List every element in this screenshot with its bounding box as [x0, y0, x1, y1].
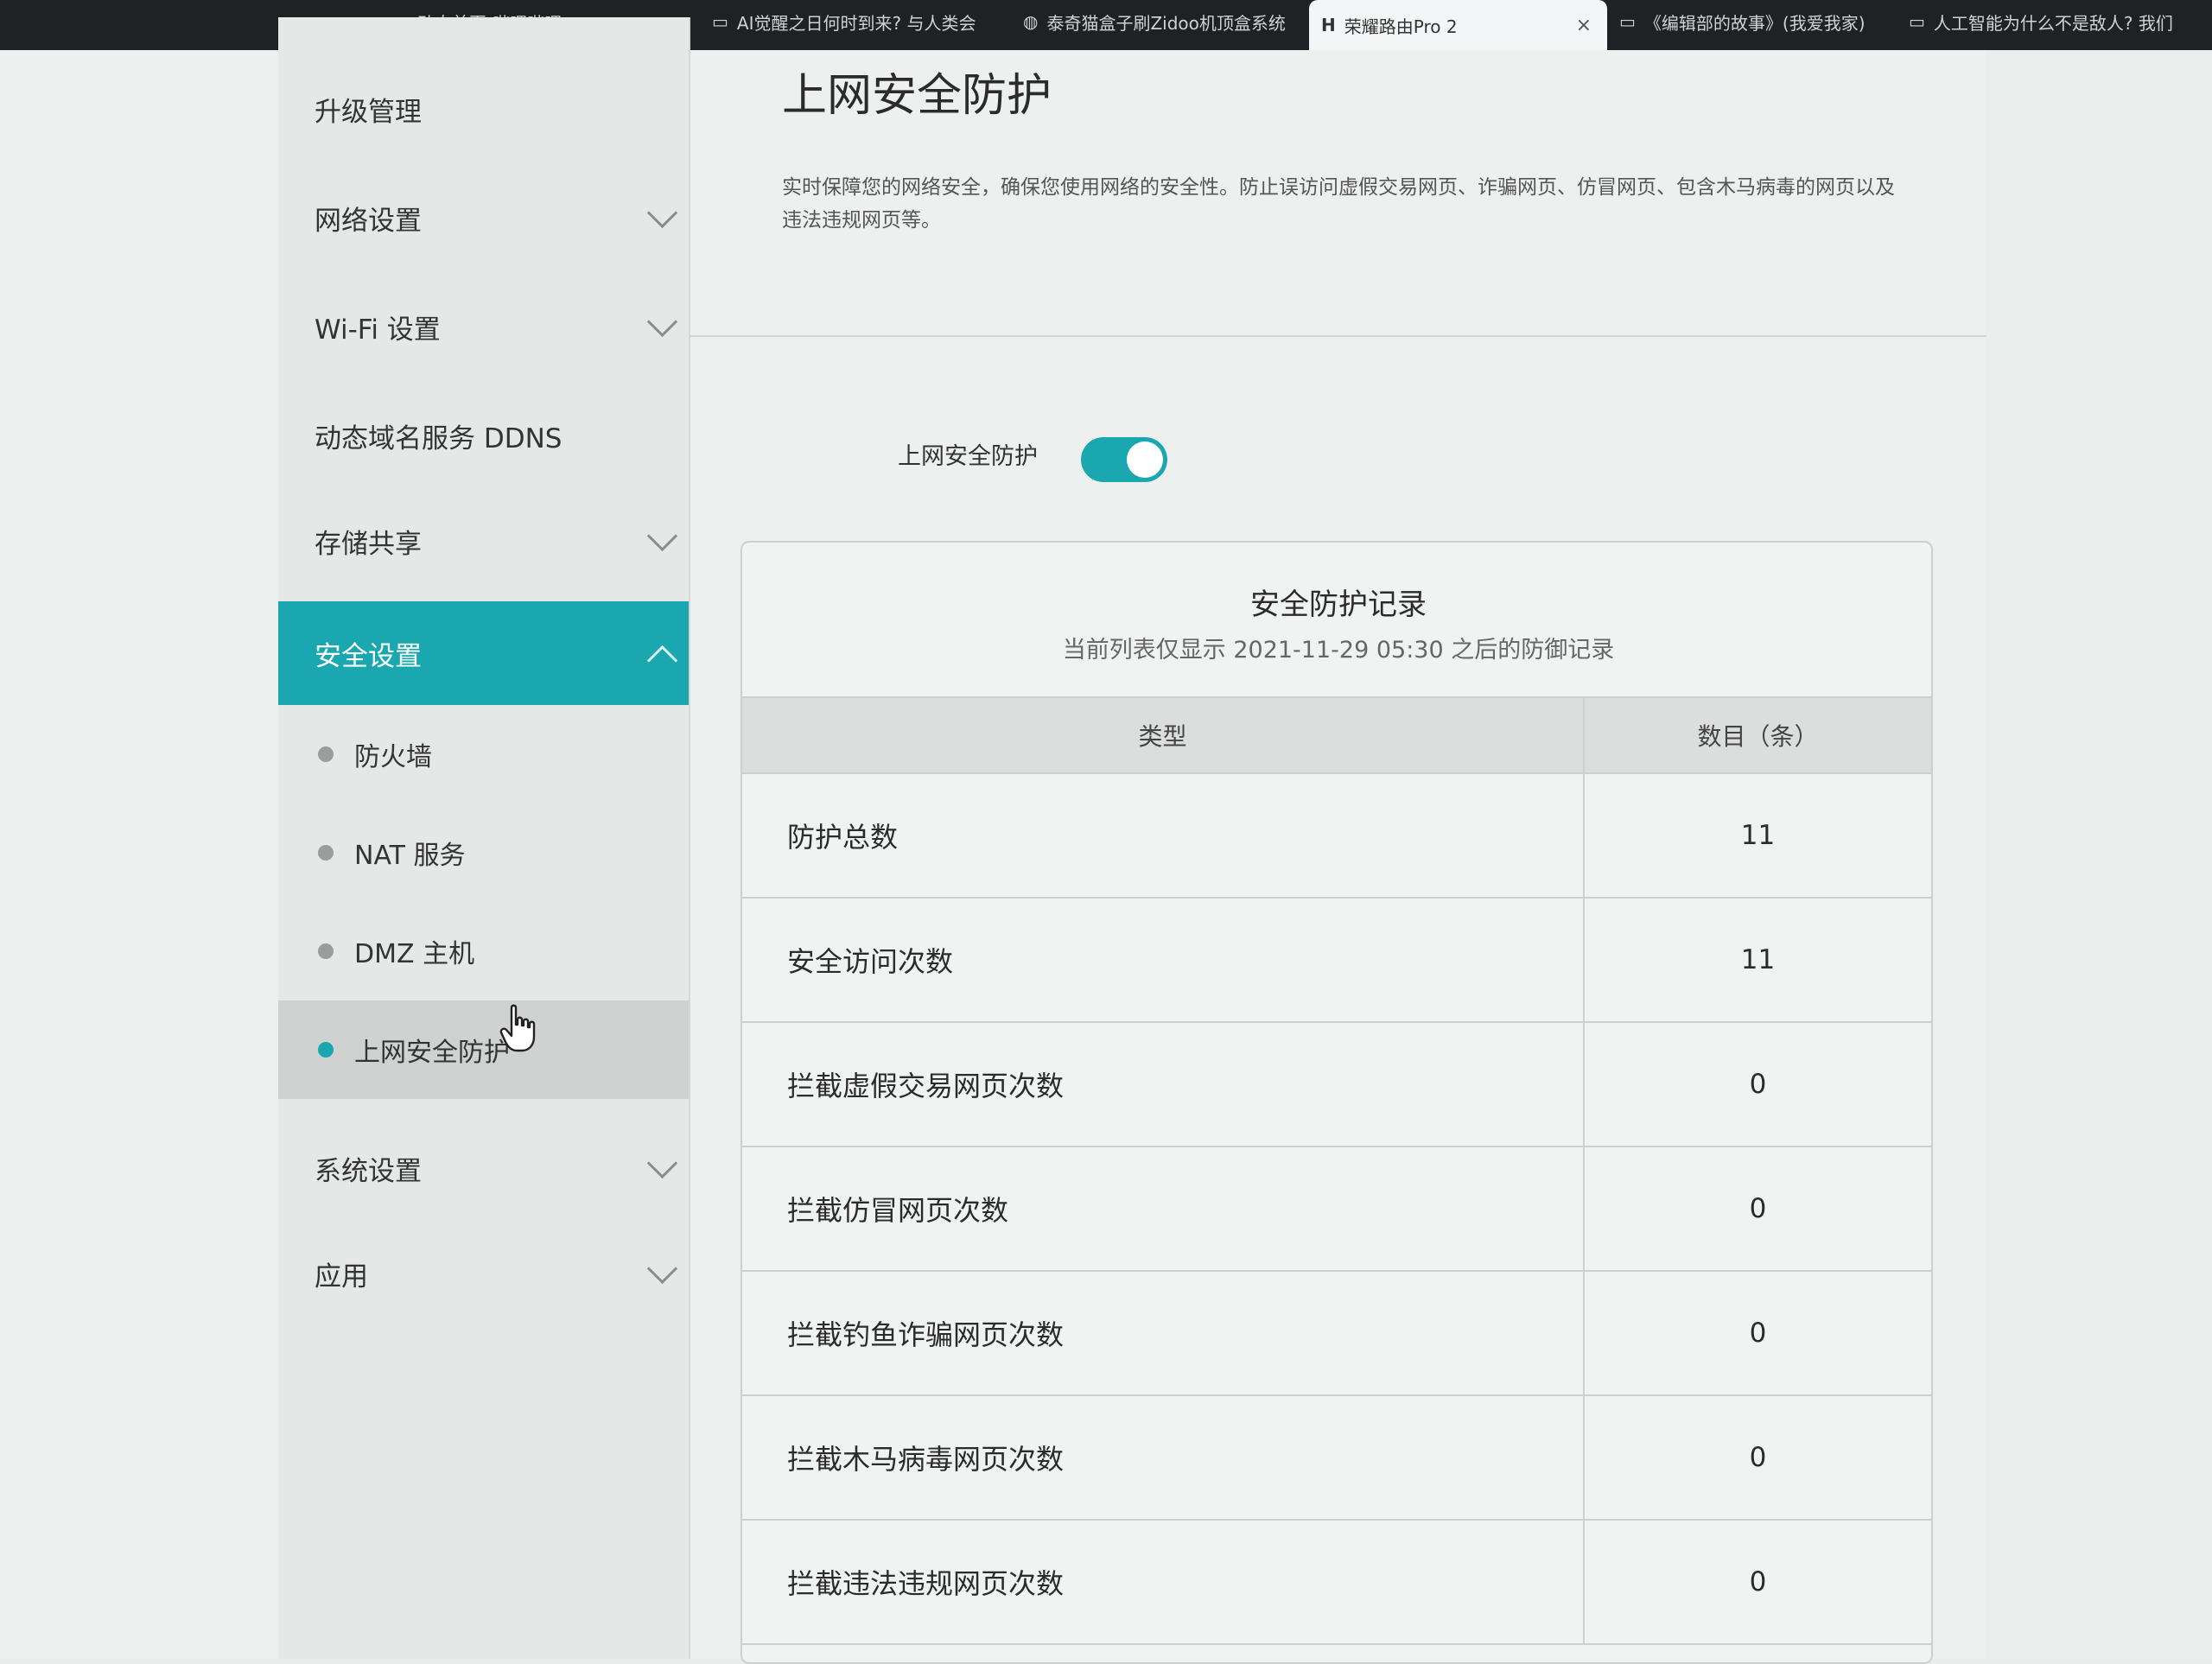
record-title: 安全防护记录 — [1250, 587, 1427, 622]
row-count: 11 — [1740, 944, 1776, 975]
bullet-icon — [318, 845, 334, 861]
page-margin-left — [0, 50, 278, 1659]
divider — [690, 335, 1986, 337]
browser-tab[interactable]: ▭ 《编辑部的故事》(我爱我家) — [1607, 0, 1892, 43]
record-subtitle: 当前列表仅显示 2021-11-29 05:30 之后的防御记录 — [1062, 637, 1615, 664]
table-row: 安全访问次数 11 — [742, 899, 1931, 1023]
bullet-icon — [318, 943, 334, 959]
sidebar-item-system[interactable]: 系统设置 — [278, 1116, 689, 1220]
toggle-knob — [1127, 441, 1163, 478]
browser-tab-active[interactable]: H 荣耀路由Pro 2 × — [1309, 0, 1607, 50]
sidebar-item-storage[interactable]: 存储共享 — [278, 489, 689, 593]
browser-tab[interactable]: ▭ 人工智能为什么不是敌人? 我们 — [1897, 0, 2212, 43]
chevron-down-icon — [646, 1147, 678, 1179]
sidebar-item-network[interactable]: 网络设置 — [278, 166, 689, 270]
honor-logo-icon: H — [1321, 15, 1336, 35]
main-content: 上网安全防护 实时保障您的网络安全，确保您使用网络的安全性。防止误访问虚假交易网… — [690, 50, 1986, 1664]
globe-icon: ◍ — [1023, 11, 1039, 32]
row-count: 0 — [1749, 1318, 1767, 1349]
bullet-icon — [318, 746, 334, 762]
table-row: 拦截违法违规网页次数 0 — [742, 1521, 1931, 1645]
sidebar-item-apps[interactable]: 应用 — [278, 1222, 689, 1325]
sidebar-subitem-nat[interactable]: NAT 服务 — [278, 803, 689, 902]
table-row: 拦截钓鱼诈骗网页次数 0 — [742, 1272, 1931, 1396]
page-description: 实时保障您的网络安全，确保您使用网络的安全性。防止误访问虚假交易网页、诈骗网页、… — [782, 176, 1895, 232]
sidebar-item-ddns[interactable]: 动态域名服务 DDNS — [278, 384, 689, 487]
row-type: 拦截木马病毒网页次数 — [742, 1396, 1585, 1519]
web-protection-toggle[interactable] — [1081, 437, 1167, 482]
chevron-down-icon — [646, 306, 678, 338]
bullet-icon — [318, 1042, 334, 1057]
column-header-type: 类型 — [742, 698, 1585, 772]
row-count: 0 — [1749, 1442, 1767, 1473]
chevron-down-icon — [646, 520, 678, 552]
sidebar-item-upgrade[interactable]: 升级管理 — [278, 57, 689, 161]
table-row: 防护总数 11 — [742, 774, 1931, 899]
row-type: 防护总数 — [742, 774, 1585, 897]
tv-icon: ▭ — [712, 11, 728, 32]
page-margin-right — [1987, 50, 2212, 1659]
hand-cursor-icon — [499, 1004, 536, 1052]
row-count: 0 — [1749, 1566, 1767, 1597]
toggle-label: 上网安全防护 — [898, 443, 1038, 470]
row-type: 拦截违法违规网页次数 — [742, 1521, 1585, 1643]
chevron-down-icon — [646, 197, 678, 229]
chevron-down-icon — [646, 1253, 678, 1285]
column-header-count: 数目（条） — [1697, 722, 1819, 751]
tv-icon: ▭ — [1909, 11, 1925, 32]
browser-tab[interactable]: ◍ 泰奇猫盒子刷Zidoo机顶盒系统 — [1011, 0, 1305, 43]
row-type: 拦截虚假交易网页次数 — [742, 1023, 1585, 1146]
sidebar-subitem-web-protection[interactable]: 上网安全防护 — [278, 1000, 689, 1099]
table-row: 拦截仿冒网页次数 0 — [742, 1147, 1931, 1272]
row-type: 拦截仿冒网页次数 — [742, 1147, 1585, 1270]
sidebar-subitem-dmz[interactable]: DMZ 主机 — [278, 902, 689, 1000]
row-count: 11 — [1740, 820, 1776, 851]
page-title: 上网安全防护 — [782, 70, 1052, 122]
row-type: 拦截钓鱼诈骗网页次数 — [742, 1272, 1585, 1394]
record-table: 类型 数目（条） 防护总数 11 安全访问次数 11 拦截虚假交易网页次数 0 … — [742, 696, 1931, 1645]
table-row: 拦截木马病毒网页次数 0 — [742, 1396, 1931, 1521]
tv-icon: ▭ — [1619, 11, 1636, 32]
close-icon[interactable]: × — [1576, 15, 1592, 36]
row-type: 安全访问次数 — [742, 899, 1585, 1021]
browser-tab[interactable]: ▭ AI觉醒之日何时到来? 与人类会 — [700, 0, 1011, 43]
sidebar-item-wifi[interactable]: Wi-Fi 设置 — [278, 275, 689, 378]
sidebar-item-security[interactable]: 安全设置 — [278, 601, 689, 705]
sidebar: 升级管理 网络设置 Wi-Fi 设置 动态域名服务 DDNS 存储共享 安全设置… — [278, 17, 690, 1659]
sidebar-subitem-firewall[interactable]: 防火墙 — [278, 705, 689, 803]
row-count: 0 — [1749, 1069, 1767, 1100]
table-header: 类型 数目（条） — [742, 696, 1931, 774]
table-row: 拦截虚假交易网页次数 0 — [742, 1023, 1931, 1147]
row-count: 0 — [1749, 1193, 1767, 1224]
protection-record-card: 安全防护记录 当前列表仅显示 2021-11-29 05:30 之后的防御记录 … — [741, 541, 1933, 1664]
chevron-up-icon — [646, 645, 678, 676]
